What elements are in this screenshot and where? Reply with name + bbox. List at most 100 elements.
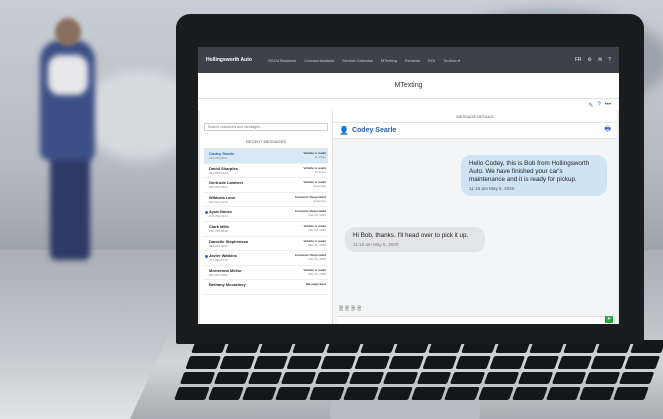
background-person bbox=[48, 55, 88, 95]
conversation-phone: 075-790-2123 bbox=[209, 214, 228, 219]
unread-dot bbox=[205, 211, 208, 215]
conversation-contact: Gertrude Lambert 535-345-1937 bbox=[209, 180, 243, 190]
language-toggle[interactable]: FR bbox=[575, 57, 582, 63]
document-icon[interactable]: 🗎 bbox=[357, 306, 361, 314]
search-input[interactable] bbox=[204, 123, 328, 131]
conversation-item[interactable]: Bethany Mccartney Message Sent bbox=[204, 280, 328, 295]
keyboard-key bbox=[314, 371, 351, 385]
conversation-meta: Customer Responded Mar 23, 2020 bbox=[295, 209, 326, 219]
conversation-contact: Bethany Mccartney bbox=[209, 282, 246, 292]
conversation-date: Mar 06, 2020 bbox=[308, 271, 326, 276]
conversation-item[interactable]: Javier Watkins 771-350-6778 Customer Respo… bbox=[204, 251, 328, 266]
keyboard-key bbox=[253, 355, 289, 369]
keyboard-key bbox=[613, 387, 649, 400]
conversation-meta: Vehicle is ready Mar 06, 2020 bbox=[303, 268, 326, 278]
conversation-status: Vehicle is ready bbox=[303, 165, 326, 170]
message-timestamp: 11:15 am May 5, 2020 bbox=[469, 186, 515, 191]
conversation-item[interactable]: Danielle Stephenson 080-201-4021 Vehicle i… bbox=[204, 237, 328, 252]
conversation-item[interactable]: Wiktoria Lane 812-621-0040 Customer Respon… bbox=[204, 193, 328, 208]
document-icon[interactable]: 🗎 bbox=[345, 306, 349, 314]
conversation-phone: 535-345-1937 bbox=[209, 185, 228, 190]
keyboard-key bbox=[557, 355, 593, 369]
keyboard-key bbox=[281, 371, 317, 385]
conversation-contact: Morwenna Mellor 904-281-0951 bbox=[209, 268, 242, 278]
keyboard-key bbox=[309, 387, 345, 400]
nav-link-business[interactable]: OSO4 Business bbox=[268, 58, 296, 63]
conversation-list-pane: RECENT MESSAGES Codey Searle251-288-8901… bbox=[200, 111, 333, 324]
conversation-contact: Clark Mills 215-785-6648 bbox=[209, 224, 229, 234]
print-icon[interactable]: 🖶 bbox=[604, 125, 611, 136]
keyboard-key bbox=[343, 387, 379, 400]
keyboard-key bbox=[207, 387, 244, 400]
conversation-item[interactable]: Codey Searle 251-288-8901 Vehicle is ready… bbox=[204, 149, 328, 164]
message-text: Hello Codey, this is Bob from Hollingswo… bbox=[469, 160, 590, 183]
conversation-item[interactable]: Gertrude Lambert 535-345-1937 Vehicle is r… bbox=[204, 178, 328, 193]
conversation-phone: 251-555-0224 bbox=[209, 170, 228, 175]
conversation-item[interactable]: Ayub Nunez 075-790-2123 Customer Responded… bbox=[204, 207, 328, 222]
conversation-date: Mar 23, 2020 bbox=[308, 213, 326, 218]
page-title: MTexting bbox=[198, 73, 619, 99]
conversation-status: Message Sent bbox=[305, 282, 326, 287]
message-text: Hi Bob, thanks. I'll head over to pick i… bbox=[353, 232, 469, 239]
more-icon[interactable]: ••• bbox=[605, 102, 611, 108]
workspace: RECENT MESSAGES Codey Searle251-288-8901… bbox=[200, 111, 617, 324]
nav-link-toolbox[interactable]: Toolbox ▾ bbox=[443, 58, 460, 63]
keyboard-key bbox=[354, 355, 390, 369]
keyboard-key bbox=[523, 355, 559, 369]
conversation-contact: David Sharples 251-555-0224 bbox=[209, 166, 238, 176]
document-icon[interactable]: 🗎 bbox=[351, 306, 355, 314]
brand-name[interactable]: Hollingsworth Auto bbox=[206, 57, 252, 63]
keyboard-key bbox=[275, 387, 311, 400]
keyboard-key bbox=[579, 387, 615, 400]
gear-icon[interactable]: ⚙ bbox=[588, 57, 592, 63]
keyboard-key bbox=[545, 387, 582, 400]
conversation-meta: Vehicle is ready Mar 21, 2020 bbox=[303, 239, 326, 249]
nav-link-reviews[interactable]: Reviews bbox=[405, 58, 420, 63]
conversation-contact: Ayub Nunez 075-790-2123 bbox=[209, 209, 232, 219]
nav-link-mtexting[interactable]: MTexting bbox=[381, 58, 397, 63]
mail-icon[interactable]: ✉ bbox=[598, 57, 602, 63]
conversation-contact: Danielle Stephenson 080-201-4021 bbox=[209, 239, 248, 249]
keyboard-key bbox=[247, 371, 283, 385]
keyboard-key bbox=[444, 387, 480, 400]
conversation-date: Mar 06, 2020 bbox=[308, 257, 326, 262]
conversation-phone: 771-350-6778 bbox=[209, 258, 228, 263]
keyboard-key bbox=[179, 371, 216, 385]
conversation-date: Yesterday bbox=[312, 184, 326, 189]
conversation-item[interactable]: Morwenna Mellor 904-281-0951 Vehicle is re… bbox=[204, 266, 328, 281]
conversation-contact: Javier Watkins 771-350-6778 bbox=[209, 253, 237, 263]
conversation-item[interactable]: Clark Mills 215-785-6648 Vehicle is ready M… bbox=[204, 222, 328, 237]
keyboard-key bbox=[624, 355, 661, 369]
conversation-phone: 080-201-4021 bbox=[209, 243, 228, 248]
help-circle-icon[interactable]: ? bbox=[597, 102, 600, 108]
keyboard-key bbox=[174, 387, 210, 400]
help-icon[interactable]: ? bbox=[608, 57, 611, 63]
keyboard-key bbox=[483, 371, 520, 385]
keyboard-key bbox=[241, 387, 278, 400]
conversation-meta: Customer Responded Yesterday bbox=[295, 195, 326, 205]
conversation-phone: 251-288-8901 bbox=[209, 156, 228, 160]
keyboard-key bbox=[376, 387, 413, 400]
conversation-meta: Vehicle is ready 11:15am bbox=[303, 151, 326, 161]
conversation-name: David Sharples bbox=[209, 165, 238, 171]
conversation-phone: 215-785-6648 bbox=[209, 228, 228, 233]
compose-field[interactable] bbox=[337, 316, 613, 324]
send-button[interactable]: ➤ bbox=[605, 316, 613, 323]
compose-icon[interactable]: ✎ bbox=[588, 102, 593, 109]
conversation-phone: 812-621-0040 bbox=[209, 199, 228, 204]
nav-link-roi[interactable]: ROI bbox=[428, 58, 435, 63]
conversation-meta: Message Sent bbox=[306, 282, 326, 292]
keyboard-key bbox=[590, 355, 627, 369]
conversation-contact: Codey Searle 251-288-8901 bbox=[209, 151, 234, 161]
nav-link-communications[interactable]: Communications bbox=[304, 58, 334, 63]
conversation-phone: 904-281-0951 bbox=[209, 272, 228, 277]
conversation-date: Mar 21, 2020 bbox=[308, 242, 326, 247]
keyboard-key bbox=[219, 355, 255, 369]
message-details-header: MESSAGE DETAILS bbox=[333, 111, 617, 123]
conversation-meta: Vehicle is ready Yesterday bbox=[303, 180, 326, 190]
document-icon[interactable]: 🗎 bbox=[339, 306, 343, 314]
conversation-list: Codey Searle 251-288-8901 Vehicle is ready… bbox=[204, 149, 328, 295]
conversation-item[interactable]: David Sharples 251-555-0224 Vehicle is rea… bbox=[204, 164, 328, 179]
keyboard-key bbox=[619, 371, 655, 385]
nav-link-service-calendar[interactable]: Service Calendar bbox=[342, 58, 373, 63]
